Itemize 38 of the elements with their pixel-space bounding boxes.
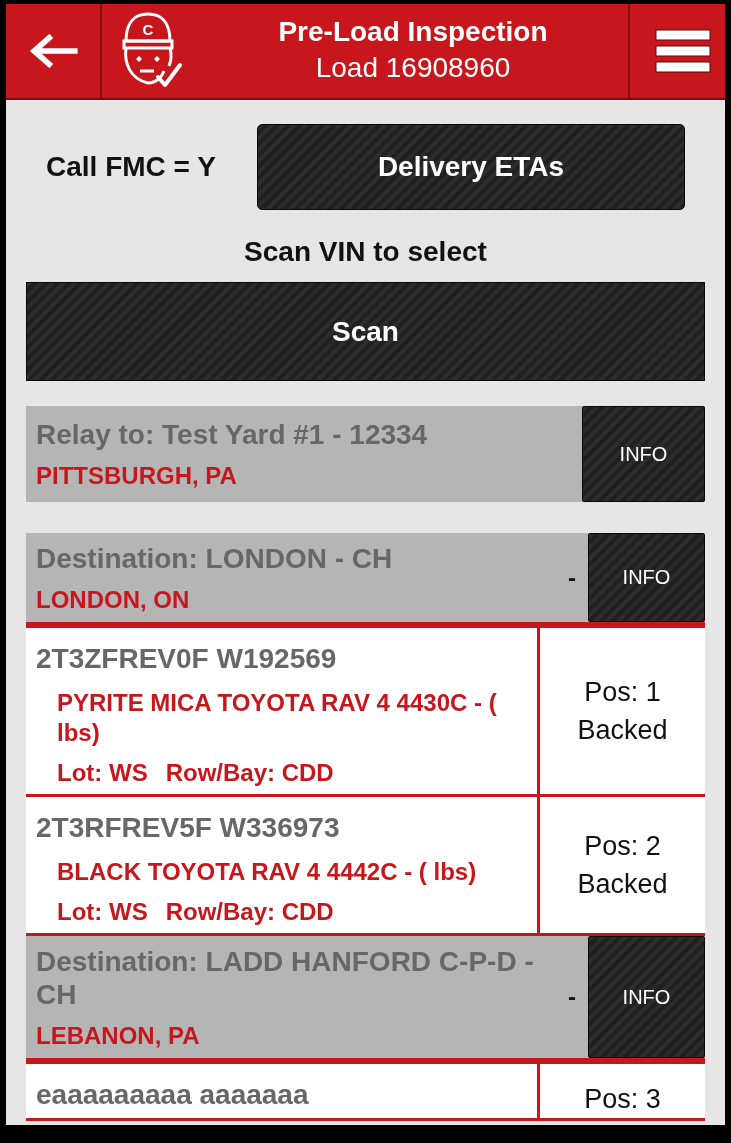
dash-mark: - bbox=[567, 563, 577, 592]
screen-title: Pre-Load Inspection bbox=[278, 15, 548, 49]
lot-text: Lot: WS bbox=[57, 897, 148, 927]
scan-hint: Scan VIN to select bbox=[244, 236, 487, 268]
dash-mark: - bbox=[567, 983, 577, 1011]
vin-text: 2T3RFREV5F W336973 bbox=[36, 811, 341, 845]
status-text: Backed bbox=[577, 714, 668, 747]
scan-button[interactable]: Scan bbox=[26, 282, 705, 381]
stop-title: Destination: LONDON - CH bbox=[36, 542, 394, 575]
vehicle-description: PYRITE MICA TOYOTA RAV 4 4430C - ( lbs) bbox=[56, 688, 498, 748]
position-text: Pos: 2 bbox=[584, 830, 661, 863]
stop-location: PITTSBURGH, PA bbox=[36, 461, 238, 491]
driver-logo-icon bbox=[122, 12, 182, 87]
vehicle-row[interactable]: eaaaaaaaaa aaaaaaa Pos: 3 bbox=[26, 1064, 705, 1121]
vehicle-row[interactable]: 2T3RFREV5F W336973 BLACK TOYOTA RAV 4 4442C - ( lbs) Lot: WS Row/Bay: CDD Pos: 2 Backed bbox=[26, 797, 705, 936]
stop-location: LEBANON, PA bbox=[36, 1021, 201, 1051]
vehicle-row[interactable]: 2T3ZFREV0F W192569 PYRITE MICA TOYOTA RAV 4 4430C - ( lbs) Lot: WS Row/Bay: CDD Pos: 1 Backed bbox=[26, 628, 705, 797]
row-bay-text: Row/Bay: CDD bbox=[165, 897, 334, 927]
logo-letter: C bbox=[142, 21, 154, 38]
menu-icon bbox=[654, 29, 711, 73]
stop-location: LONDON, ON bbox=[36, 585, 191, 615]
info-button[interactable]: INFO bbox=[588, 936, 705, 1058]
vin-text: 2T3ZFREV0F W192569 bbox=[36, 642, 338, 676]
back-arrow-icon bbox=[28, 34, 78, 68]
position-text: Pos: 1 bbox=[584, 676, 661, 709]
lot-text: Lot: WS bbox=[57, 758, 148, 788]
info-button[interactable]: INFO bbox=[588, 533, 705, 622]
info-button[interactable]: INFO bbox=[582, 406, 705, 502]
load-number: Load 16908960 bbox=[315, 51, 511, 85]
row-bay-text: Row/Bay: CDD bbox=[165, 758, 334, 788]
stop-title: Relay to: Test Yard #1 - 12334 bbox=[36, 418, 429, 451]
delivery-etas-button[interactable]: Delivery ETAs bbox=[257, 124, 685, 210]
call-fmc-label: Call FMC = Y bbox=[45, 151, 217, 183]
status-text: Backed bbox=[577, 868, 668, 901]
vin-text: eaaaaaaaaa aaaaaaa bbox=[36, 1078, 310, 1112]
position-text: Pos: 3 bbox=[584, 1083, 661, 1116]
vehicle-description: BLACK TOYOTA RAV 4 4442C - ( lbs) bbox=[56, 857, 478, 887]
stop-title: Destination: LADD HANFORD C-P-D - CH bbox=[36, 945, 535, 1011]
